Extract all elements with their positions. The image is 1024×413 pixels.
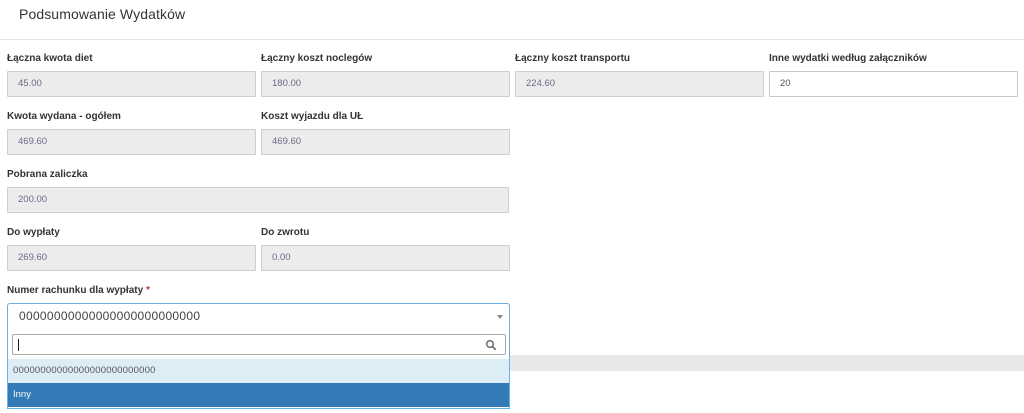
account-number-label: Numer rachunku dla wypłaty *: [7, 285, 150, 296]
section-header: Podsumowanie Wydatków: [0, 0, 1024, 40]
total-spent-field: 469.60: [7, 129, 256, 155]
account-number-selected-value: 00000000000000000000000000: [19, 309, 201, 323]
search-icon: [486, 340, 497, 351]
to-pay-field: 269.60: [7, 245, 256, 271]
text-cursor: [18, 339, 19, 351]
diet-total-field: 45.00: [7, 71, 256, 97]
to-pay-label: Do wypłaty: [7, 227, 60, 238]
to-return-label: Do zwrotu: [261, 227, 310, 238]
other-expenses-label: Inne wydatki według załączników: [769, 53, 927, 64]
required-mark: *: [146, 285, 151, 296]
to-return-field: 0.00: [261, 245, 510, 271]
trip-cost-field: 469.60: [261, 129, 510, 155]
trip-cost-label: Koszt wyjazdu dla UŁ: [261, 111, 364, 122]
transport-total-field: 224.60: [515, 71, 764, 97]
account-number-label-text: Numer rachunku dla wypłaty: [7, 285, 144, 296]
diet-total-label: Łączna kwota diet: [7, 53, 93, 64]
account-number-select[interactable]: 00000000000000000000000000: [7, 303, 510, 330]
dropdown-search-input[interactable]: [12, 334, 506, 355]
account-number-dropdown: 00000000000000000000000000 Inny: [7, 330, 510, 409]
total-spent-label: Kwota wydana - ogółem: [7, 111, 121, 122]
other-expenses-input[interactable]: 20: [769, 71, 1018, 97]
advance-label: Pobrana zaliczka: [7, 169, 88, 180]
advance-field: 200.00: [7, 187, 509, 213]
caret-up-icon[interactable]: [497, 315, 503, 319]
dropdown-option-other[interactable]: Inny: [8, 383, 509, 407]
section-divider-band: [510, 355, 1024, 371]
page-title: Podsumowanie Wydatków: [19, 6, 186, 22]
dropdown-option-account[interactable]: 00000000000000000000000000: [8, 359, 509, 383]
accommodation-total-label: Łączny koszt noclegów: [261, 53, 373, 64]
accommodation-total-field: 180.00: [261, 71, 510, 97]
transport-total-label: Łączny koszt transportu: [515, 53, 631, 64]
